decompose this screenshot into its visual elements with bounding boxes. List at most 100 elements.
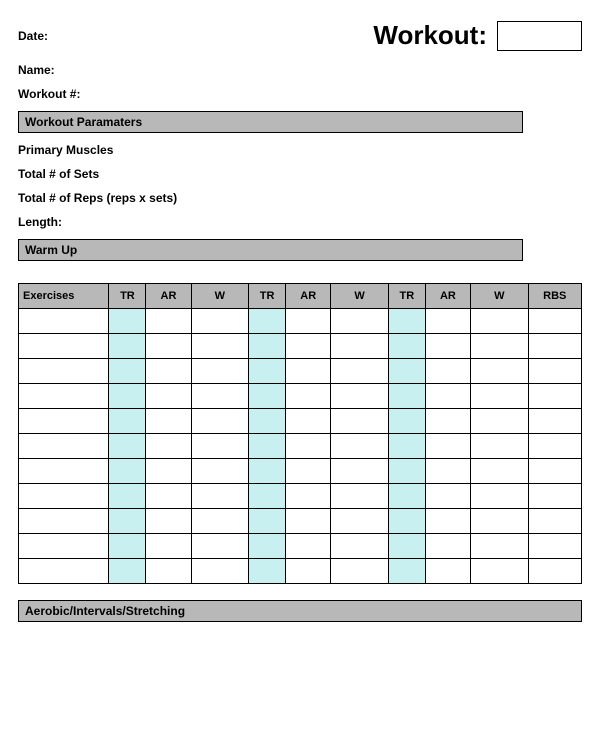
table-cell[interactable] [528,309,581,334]
table-cell[interactable] [388,434,425,459]
table-cell[interactable] [109,534,146,559]
table-cell[interactable] [425,434,470,459]
table-cell[interactable] [19,459,109,484]
table-cell[interactable] [191,409,249,434]
table-cell[interactable] [146,409,191,434]
table-cell[interactable] [109,459,146,484]
table-cell[interactable] [249,409,286,434]
table-cell[interactable] [286,484,331,509]
table-cell[interactable] [528,509,581,534]
table-cell[interactable] [146,334,191,359]
table-cell[interactable] [249,384,286,409]
table-cell[interactable] [109,359,146,384]
table-cell[interactable] [249,359,286,384]
table-cell[interactable] [191,434,249,459]
table-cell[interactable] [286,509,331,534]
table-cell[interactable] [471,409,529,434]
table-cell[interactable] [286,459,331,484]
table-cell[interactable] [425,559,470,584]
table-cell[interactable] [19,434,109,459]
table-cell[interactable] [19,334,109,359]
table-cell[interactable] [331,359,389,384]
table-cell[interactable] [146,384,191,409]
table-cell[interactable] [286,409,331,434]
table-cell[interactable] [331,509,389,534]
table-cell[interactable] [528,359,581,384]
table-cell[interactable] [471,484,529,509]
table-cell[interactable] [109,484,146,509]
table-cell[interactable] [528,559,581,584]
table-cell[interactable] [528,409,581,434]
table-cell[interactable] [109,384,146,409]
table-cell[interactable] [331,409,389,434]
table-cell[interactable] [19,309,109,334]
table-cell[interactable] [388,334,425,359]
table-cell[interactable] [425,309,470,334]
table-cell[interactable] [146,509,191,534]
table-cell[interactable] [146,309,191,334]
table-cell[interactable] [471,559,529,584]
table-cell[interactable] [249,559,286,584]
table-cell[interactable] [331,534,389,559]
table-cell[interactable] [471,334,529,359]
table-cell[interactable] [146,459,191,484]
table-cell[interactable] [331,334,389,359]
table-cell[interactable] [191,509,249,534]
table-cell[interactable] [109,434,146,459]
table-cell[interactable] [109,509,146,534]
table-cell[interactable] [528,434,581,459]
table-cell[interactable] [286,559,331,584]
table-cell[interactable] [146,484,191,509]
table-cell[interactable] [191,359,249,384]
table-cell[interactable] [249,309,286,334]
table-cell[interactable] [191,384,249,409]
table-cell[interactable] [19,509,109,534]
table-cell[interactable] [425,409,470,434]
table-cell[interactable] [191,534,249,559]
table-cell[interactable] [425,359,470,384]
table-cell[interactable] [331,309,389,334]
table-cell[interactable] [19,384,109,409]
table-cell[interactable] [249,459,286,484]
table-cell[interactable] [471,309,529,334]
table-cell[interactable] [471,459,529,484]
table-cell[interactable] [528,334,581,359]
table-cell[interactable] [388,484,425,509]
table-cell[interactable] [286,359,331,384]
table-cell[interactable] [388,384,425,409]
table-cell[interactable] [331,484,389,509]
table-cell[interactable] [528,484,581,509]
table-cell[interactable] [109,334,146,359]
table-cell[interactable] [331,434,389,459]
table-cell[interactable] [471,359,529,384]
table-cell[interactable] [388,559,425,584]
table-cell[interactable] [286,309,331,334]
table-cell[interactable] [109,309,146,334]
table-cell[interactable] [191,559,249,584]
table-cell[interactable] [286,434,331,459]
table-cell[interactable] [249,509,286,534]
table-cell[interactable] [388,459,425,484]
table-cell[interactable] [388,309,425,334]
table-cell[interactable] [191,484,249,509]
table-cell[interactable] [471,509,529,534]
table-cell[interactable] [331,459,389,484]
table-cell[interactable] [425,334,470,359]
table-cell[interactable] [109,409,146,434]
table-cell[interactable] [286,334,331,359]
table-cell[interactable] [191,459,249,484]
table-cell[interactable] [19,359,109,384]
table-cell[interactable] [109,559,146,584]
table-cell[interactable] [286,384,331,409]
table-cell[interactable] [471,434,529,459]
table-cell[interactable] [425,459,470,484]
table-cell[interactable] [425,509,470,534]
table-cell[interactable] [331,384,389,409]
table-cell[interactable] [286,534,331,559]
workout-number-input[interactable] [497,21,582,51]
table-cell[interactable] [19,484,109,509]
table-cell[interactable] [388,409,425,434]
table-cell[interactable] [19,534,109,559]
table-cell[interactable] [146,434,191,459]
table-cell[interactable] [425,384,470,409]
